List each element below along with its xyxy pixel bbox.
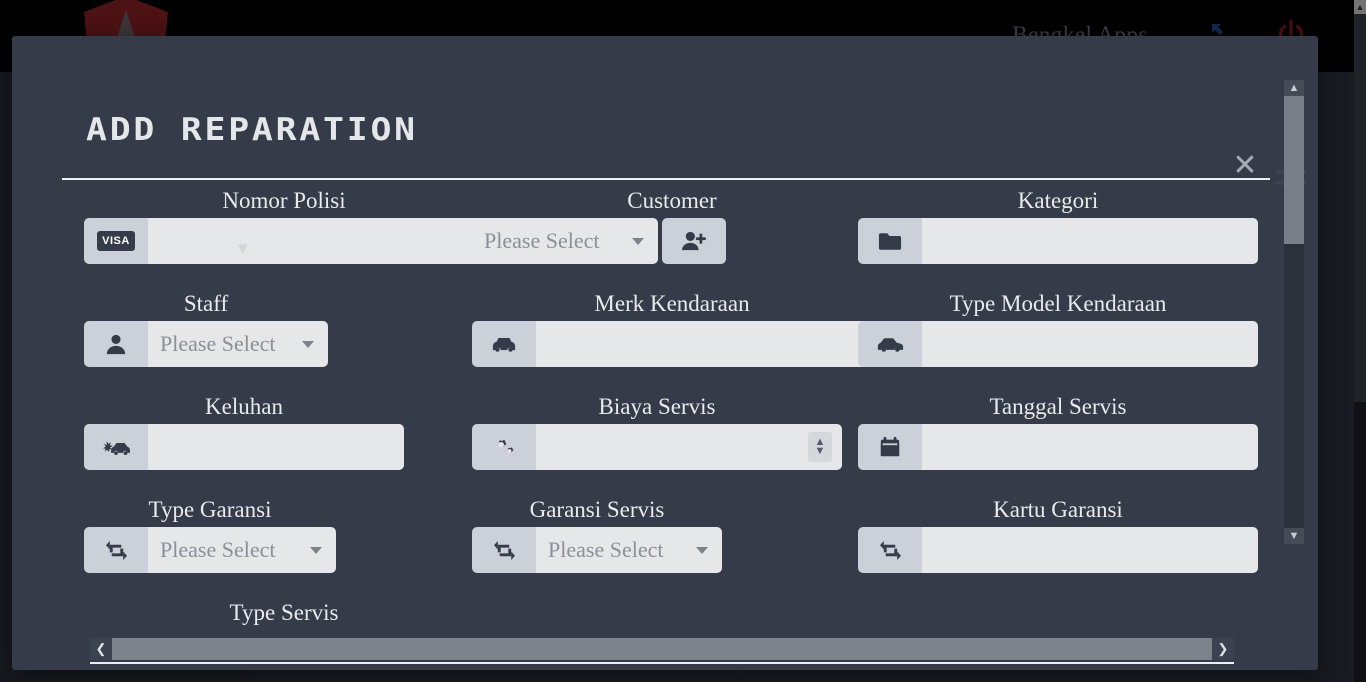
- field-type-model-kendaraan: Type Model Kendaraan: [858, 291, 1258, 367]
- scroll-left-button[interactable]: ❮: [90, 638, 112, 660]
- field-label: Kategori: [1017, 188, 1099, 213]
- field-label: Keluhan: [205, 394, 283, 419]
- field-tanggal-servis: Tanggal Servis: [858, 394, 1258, 470]
- caret-down-icon: [632, 238, 644, 245]
- field-type-servis: Type Servis: [84, 600, 484, 630]
- form-row: Staff Please Select Merk Kendaraan Type …: [12, 291, 1258, 394]
- reparation-form: Nomor Polisi VISA ▾ Customer Please Sele…: [12, 188, 1258, 650]
- field-label: Tanggal Servis: [989, 394, 1127, 419]
- calendar-icon: [858, 424, 922, 470]
- tanggal-servis-input[interactable]: [922, 424, 1258, 470]
- field-label: Nomor Polisi: [222, 188, 346, 213]
- field-label: Kartu Garansi: [993, 497, 1123, 522]
- field-placeholder: Please Select: [160, 331, 276, 356]
- field-nomor-polisi: Nomor Polisi VISA ▾: [84, 188, 484, 264]
- field-customer: Customer Please Select: [472, 188, 872, 264]
- caret-down-icon: [310, 547, 322, 554]
- scroll-right-button[interactable]: ❯: [1212, 638, 1234, 660]
- field-label: Merk Kendaraan: [594, 291, 750, 316]
- nomor-polisi-input[interactable]: ▾: [148, 218, 484, 264]
- folder-icon: [858, 218, 922, 264]
- form-row: Nomor Polisi VISA ▾ Customer Please Sele…: [12, 188, 1258, 291]
- chevron-down-icon: ▾: [238, 238, 248, 259]
- user-plus-icon[interactable]: [662, 218, 726, 264]
- number-stepper[interactable]: ▲ ▼: [808, 432, 832, 462]
- field-label: Customer: [627, 188, 717, 213]
- car-crash-icon: [84, 424, 148, 470]
- form-row: Type Garansi Please Select Garansi Servi…: [12, 497, 1258, 600]
- field-label: Staff: [183, 291, 229, 316]
- scroll-down-button[interactable]: ▼: [1284, 528, 1304, 544]
- type-garansi-select[interactable]: Please Select: [148, 527, 336, 573]
- staff-select[interactable]: Please Select: [148, 321, 328, 367]
- car-side-icon: [858, 321, 922, 367]
- exchange-icon: [472, 527, 536, 573]
- title-divider: [62, 178, 1270, 180]
- merk-kendaraan-input[interactable]: [536, 321, 872, 367]
- field-garansi-servis: Garansi Servis Please Select: [472, 497, 722, 573]
- field-label: Type Model Kendaraan: [949, 291, 1167, 316]
- field-label: Garansi Servis: [529, 497, 665, 522]
- car-front-icon: [472, 321, 536, 367]
- field-keluhan: Keluhan: [84, 394, 404, 470]
- stepper-down-icon: ▼: [814, 445, 826, 457]
- keluhan-input[interactable]: [148, 424, 404, 470]
- scroll-up-button[interactable]: ▲: [1284, 80, 1304, 96]
- user-icon: [84, 321, 148, 367]
- cogs-icon: [472, 424, 536, 470]
- caret-down-icon: [696, 547, 708, 554]
- modal-header: Add Reparation ✕: [12, 36, 1318, 185]
- field-kategori: Kategori: [858, 188, 1258, 264]
- kartu-garansi-input[interactable]: [922, 527, 1258, 573]
- field-biaya-servis: Biaya Servis ▲ ▼: [472, 394, 842, 470]
- field-kartu-garansi: Kartu Garansi: [858, 497, 1258, 573]
- field-placeholder: Please Select: [484, 228, 600, 253]
- credit-card-visa-icon: VISA: [84, 218, 148, 264]
- modal-horizontal-scrollbar[interactable]: ❮ ❯: [90, 638, 1234, 660]
- customer-select[interactable]: Please Select: [472, 218, 658, 264]
- field-placeholder: Please Select: [548, 537, 664, 562]
- field-label: Type Servis: [229, 600, 339, 625]
- app-root: Bengkel Apps Home: [0, 0, 1366, 682]
- add-reparation-modal: Add Reparation ✕ Nomor Polisi VISA ▾: [12, 36, 1318, 670]
- field-placeholder: Please Select: [160, 537, 276, 562]
- modal-title: Add Reparation: [86, 112, 418, 148]
- form-row: Keluhan Biaya Servis ▲ ▼ Tanggal Servis: [12, 394, 1258, 497]
- kategori-input[interactable]: [922, 218, 1258, 264]
- scroll-thumb[interactable]: [1284, 96, 1304, 244]
- field-merk-kendaraan: Merk Kendaraan: [472, 291, 872, 367]
- exchange-icon: [84, 527, 148, 573]
- field-label: Biaya Servis: [598, 394, 716, 419]
- field-type-garansi: Type Garansi Please Select: [84, 497, 336, 573]
- caret-down-icon: [302, 341, 314, 348]
- field-staff: Staff Please Select: [84, 291, 328, 367]
- modal-vertical-scrollbar[interactable]: ▲ ▼: [1284, 80, 1304, 544]
- type-model-kendaraan-input[interactable]: [922, 321, 1258, 367]
- modal-bottom-rule: [90, 662, 1234, 664]
- field-label: Type Garansi: [148, 497, 272, 522]
- biaya-servis-input[interactable]: ▲ ▼: [536, 424, 842, 470]
- exchange-icon: [858, 527, 922, 573]
- garansi-servis-select[interactable]: Please Select: [536, 527, 722, 573]
- modal-body: Nomor Polisi VISA ▾ Customer Please Sele…: [12, 188, 1318, 650]
